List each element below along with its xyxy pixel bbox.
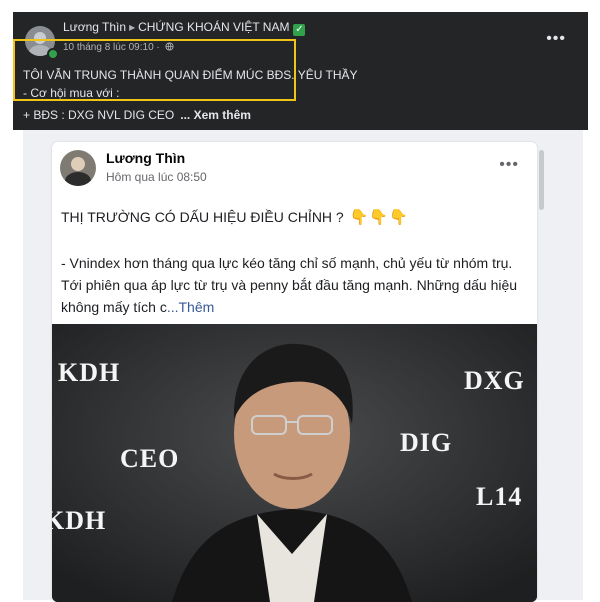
shared-author-avatar[interactable] <box>60 150 96 186</box>
scrollbar[interactable] <box>539 150 544 210</box>
ticker-label-l14: L14 <box>476 482 523 511</box>
post-header: Lương Thìn ▸ CHỨNG KHOÁN VIỆT NAM ✓ <box>63 20 306 36</box>
ticker-label-kdh-bottom: KDH <box>52 506 107 535</box>
shared-more-options-button[interactable]: ••• <box>499 156 519 174</box>
headline-text: THỊ TRƯỜNG CÓ DẤU HIỆU ĐIỀU CHỈNH ? <box>61 209 344 225</box>
post-text-tickers: + BĐS : DXG NVL DIG CEO <box>23 108 175 122</box>
shared-post-headline: THỊ TRƯỜNG CÓ DẤU HIỆU ĐIỀU CHỈNH ? 👇👇👇 <box>61 208 409 226</box>
ticker-label-dxg: DXG <box>464 366 525 395</box>
post-text-line-3: + BĐS : DXG NVL DIG CEO ... Xem thêm <box>23 108 251 122</box>
read-more-link[interactable]: ...Thêm <box>167 299 214 315</box>
see-more-link[interactable]: ... Xem thêm <box>180 108 251 122</box>
more-options-button[interactable]: ••• <box>546 30 566 48</box>
shared-author-name[interactable]: Lương Thìn <box>106 150 185 166</box>
verified-icon: ✓ <box>293 24 306 36</box>
author-name[interactable]: Lương Thìn <box>63 20 126 34</box>
post-photo[interactable]: KDH DXG CEO DIG L14 KDH <box>52 324 537 602</box>
arrow-icon: ▸ <box>129 20 136 34</box>
pointing-down-icon: 👇👇👇 <box>349 209 409 226</box>
body-text: - Vnindex hơn tháng qua lực kéo tăng chỉ… <box>61 255 518 315</box>
shared-post-screenshot: Lương Thìn Hôm qua lúc 08:50 ••• THỊ TRƯ… <box>23 130 583 602</box>
group-name[interactable]: CHỨNG KHOÁN VIỆT NAM <box>138 20 289 34</box>
shared-post-card: Lương Thìn Hôm qua lúc 08:50 ••• THỊ TRƯ… <box>52 142 537 602</box>
shared-post-timestamp[interactable]: Hôm qua lúc 08:50 <box>106 170 207 184</box>
highlight-box <box>13 39 296 101</box>
ticker-label-kdh-top: KDH <box>58 358 121 387</box>
ticker-label-ceo: CEO <box>120 444 180 473</box>
shared-post-body: - Vnindex hơn tháng qua lực kéo tăng chỉ… <box>61 252 536 318</box>
ticker-label-dig: DIG <box>400 428 453 457</box>
